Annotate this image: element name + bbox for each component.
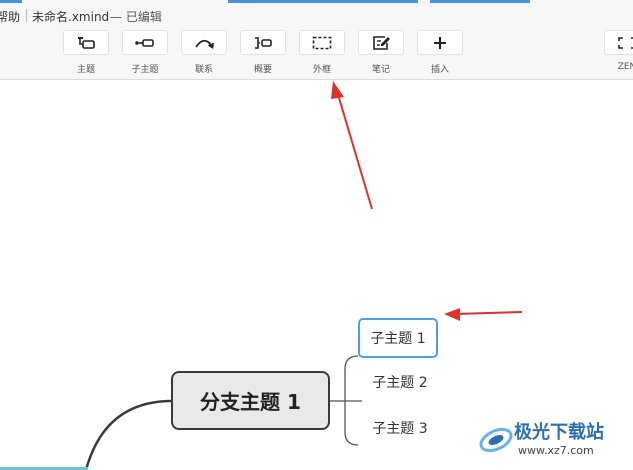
menu-help[interactable]: 帮助	[0, 8, 20, 25]
toolbar-summary-box[interactable]	[240, 30, 286, 55]
summary-icon	[255, 36, 272, 49]
toolbar-zen-box[interactable]	[604, 30, 633, 55]
window-top-accent	[0, 0, 22, 3]
watermark: 极光下载站 www.xz7.com	[478, 416, 630, 466]
toolbar-relationship-box[interactable]	[181, 30, 227, 55]
window-top-accent	[228, 0, 418, 3]
toolbar-relationship-button[interactable]: 联系	[181, 30, 229, 76]
top-toolbar-area: 帮助 未命名.xmind — 已编辑 主题 子主题 联系 概要 外框 笔记 插入…	[0, 0, 633, 80]
relationship-icon	[195, 39, 214, 49]
watermark-logo-icon	[479, 427, 513, 453]
toolbar-zen-label: ZEN	[617, 62, 633, 72]
toolbar-insert-button[interactable]: 插入	[417, 30, 465, 76]
branch-topic[interactable]: 分支主题 1	[171, 371, 330, 430]
boundary-icon	[312, 36, 332, 49]
annotation-arrow-subtopic	[444, 308, 523, 321]
toolbar-topic-button[interactable]: 主题	[63, 30, 111, 76]
window-top-accent	[430, 0, 530, 3]
toolbar-topic-label: 主题	[76, 65, 95, 75]
toolbar-summary-label: 概要	[253, 65, 272, 75]
toolbar-relationship-label: 联系	[194, 65, 213, 75]
toolbar-summary-button[interactable]: 概要	[240, 30, 288, 76]
watermark-url: www.xz7.com	[518, 444, 594, 457]
subtopic-2[interactable]: 子主题 2	[362, 372, 438, 392]
toolbar-boundary-box[interactable]	[299, 30, 345, 55]
toolbar-insert-label: 插入	[430, 65, 449, 75]
toolbar-topic-box[interactable]	[63, 30, 109, 55]
document-filename: 未命名.xmind	[32, 10, 110, 24]
toolbar-boundary-button[interactable]: 外框	[299, 30, 347, 76]
subtopic-1-selected[interactable]: 子主题 1	[358, 318, 438, 358]
main-branch-connector	[84, 399, 173, 470]
toolbar-subtopic-button[interactable]: 子主题	[122, 30, 170, 76]
plus-icon	[434, 36, 446, 49]
subtopic-3[interactable]: 子主题 3	[362, 418, 438, 438]
note-icon	[373, 35, 390, 50]
toolbar-note-button[interactable]: 笔记	[358, 30, 406, 76]
watermark-text: 极光下载站	[514, 422, 604, 443]
divider	[26, 9, 27, 22]
topic-icon	[78, 36, 95, 49]
document-status: — 已编辑	[110, 10, 162, 24]
toolbar-boundary-label: 外框	[312, 65, 331, 75]
toolbar-note-label: 笔记	[371, 65, 390, 75]
toolbar-note-box[interactable]	[358, 30, 404, 55]
toolbar-zen-button[interactable]: ZEN	[604, 30, 633, 76]
toolbar-subtopic-box[interactable]	[122, 30, 168, 55]
toolbar-subtopic-label: 子主题	[131, 65, 159, 75]
toolbar-insert-box[interactable]	[417, 30, 463, 55]
annotation-arrow-boundary	[331, 81, 373, 210]
subtopic-icon	[135, 38, 154, 47]
zen-mode-icon	[618, 36, 633, 49]
